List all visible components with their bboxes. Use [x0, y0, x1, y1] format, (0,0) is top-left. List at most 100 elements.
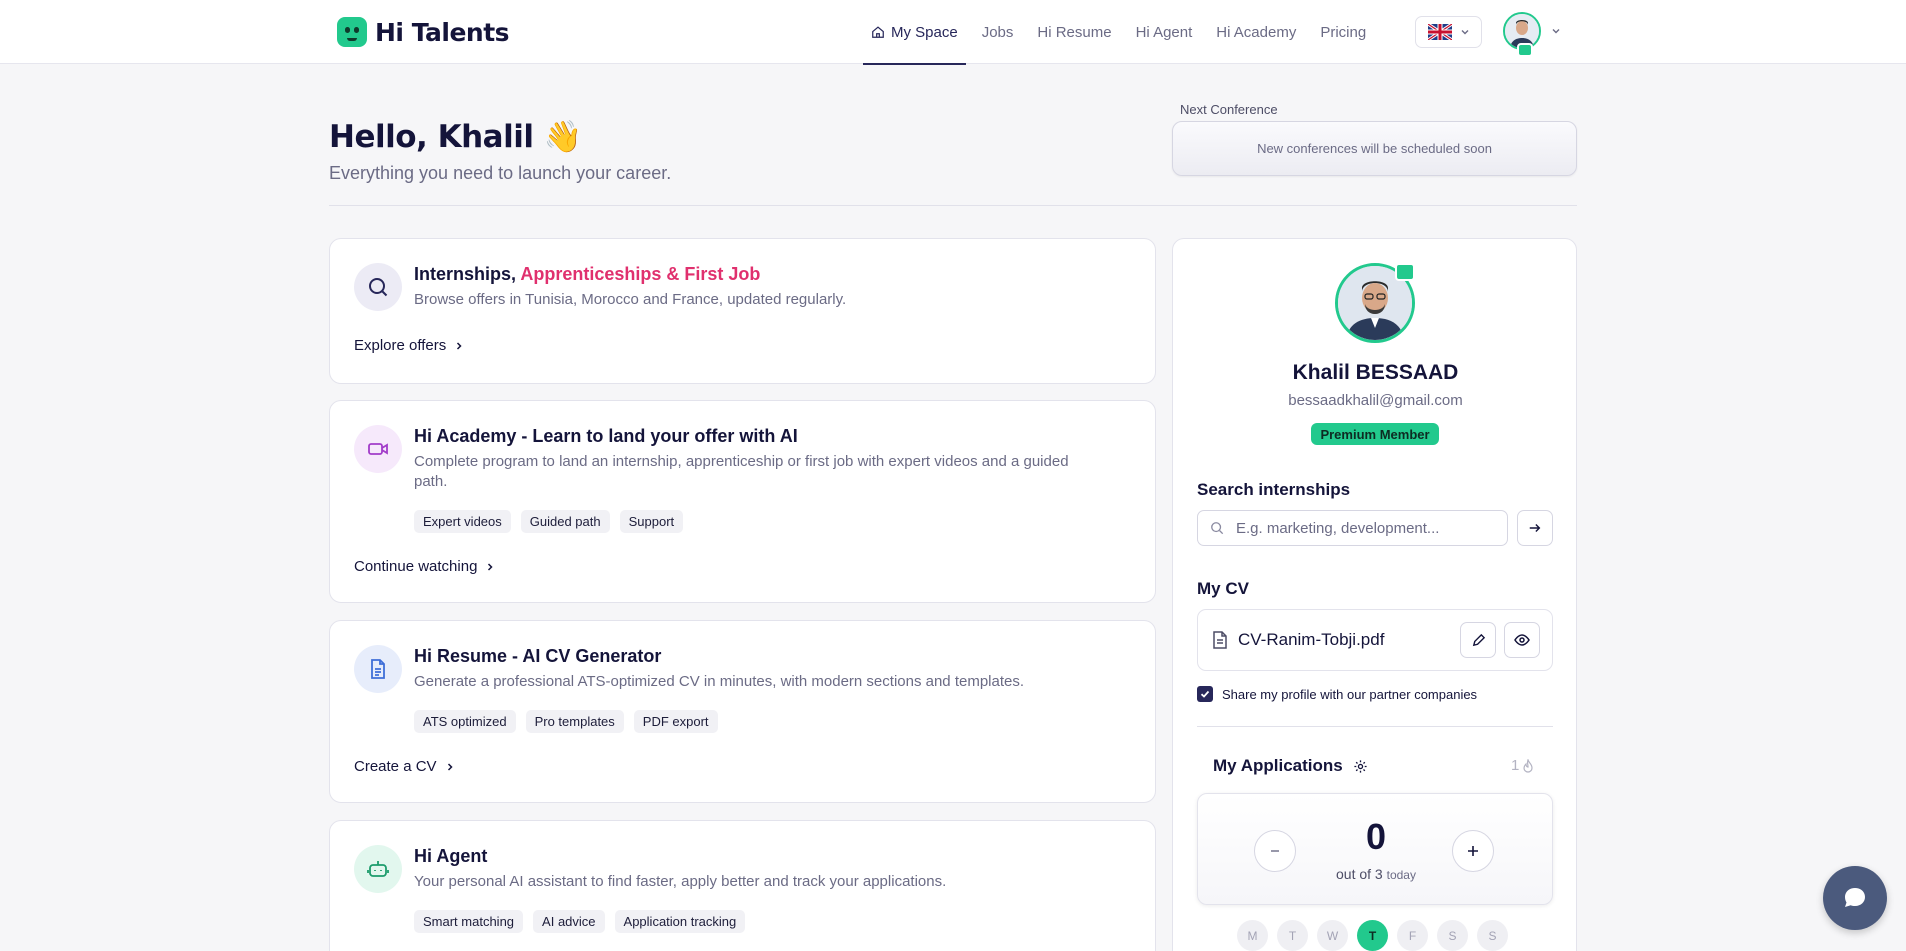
chevron-down-icon: [1552, 29, 1560, 34]
share-profile-checkbox-row[interactable]: Share my profile with our partner compan…: [1197, 686, 1477, 702]
chevron-right-icon: [457, 341, 462, 350]
search-icon: [1211, 522, 1224, 535]
chevron-right-icon: [488, 562, 493, 571]
hi-agent-card: Hi Agent Your personal AI assistant to f…: [329, 820, 1156, 951]
search-icon: [354, 263, 402, 311]
greeting-subtitle: Everything you need to launch your caree…: [329, 163, 672, 183]
tag: Pro templates: [525, 710, 624, 733]
weekday-tracker: M T W T F S S: [1237, 920, 1508, 951]
view-cv-button[interactable]: [1504, 622, 1540, 658]
tag: Smart matching: [414, 910, 524, 933]
section-divider: [329, 205, 1577, 206]
link-label: Explore offers: [354, 337, 447, 354]
tag: Application tracking: [614, 910, 746, 933]
tag: ATS optimized: [414, 710, 516, 733]
cv-filename: CV-Ranim-Tobji.pdf: [1238, 630, 1385, 649]
nav-item-my-space[interactable]: My Space: [863, 0, 966, 65]
nav-item-label: My Space: [891, 23, 958, 41]
nav-item-jobs[interactable]: Jobs: [974, 0, 1022, 64]
next-conference-box: New conferences will be scheduled soon: [1172, 121, 1577, 176]
pencil-icon: [1472, 633, 1485, 646]
flame-icon: [1523, 758, 1533, 773]
search-box: [1197, 510, 1508, 546]
link-label: Create a CV: [354, 758, 437, 775]
tag-list: ATS optimized Pro templates PDF export: [414, 710, 718, 733]
brand-logo[interactable]: Hi Talents: [337, 17, 510, 47]
arrow-right-icon: [1529, 524, 1541, 532]
create-cv-link[interactable]: Create a CV: [354, 758, 455, 775]
crown-icon: [1395, 263, 1415, 281]
card-title-accent: Apprenticeships & First Job: [520, 264, 761, 284]
next-conference-label: Next Conference: [1180, 102, 1278, 117]
nav-item-hi-agent[interactable]: Hi Agent: [1128, 0, 1201, 64]
video-icon: [354, 425, 402, 473]
gear-icon[interactable]: [1353, 759, 1368, 774]
search-input[interactable]: [1236, 519, 1496, 537]
streak-counter: 1: [1511, 757, 1534, 774]
weekday-thursday-today: T: [1357, 920, 1388, 951]
tag: Support: [619, 510, 684, 533]
chat-bubble-icon: [1845, 888, 1865, 907]
share-profile-checkbox[interactable]: [1197, 686, 1213, 702]
cv-file-box: CV-Ranim-Tobji.pdf: [1197, 609, 1553, 671]
uk-flag-icon: [1427, 24, 1452, 40]
home-icon: [872, 26, 884, 38]
card-title: Hi Academy - Learn to land your offer wi…: [414, 426, 798, 446]
tag: PDF export: [633, 710, 718, 733]
profile-panel: Khalil BESSAAD bessaadkhalil@gmail.com P…: [1172, 238, 1577, 951]
weekday-tuesday: T: [1277, 920, 1308, 951]
weekday-monday: M: [1237, 920, 1268, 951]
profile-email: bessaadkhalil@gmail.com: [1288, 392, 1463, 409]
eye-icon: [1514, 634, 1530, 646]
premium-badge: Premium Member: [1311, 423, 1439, 445]
goal-prefix: out of 3: [1336, 866, 1383, 882]
my-applications-heading: My Applications: [1213, 756, 1368, 776]
profile-name: Khalil BESSAAD: [1292, 361, 1459, 384]
chat-button[interactable]: [1823, 866, 1887, 930]
my-applications-label: My Applications: [1213, 756, 1343, 775]
search-internships-label: Search internships: [1197, 480, 1351, 499]
weekday-saturday: S: [1437, 920, 1468, 951]
hi-resume-card: Hi Resume - AI CV Generator Generate a p…: [329, 620, 1156, 803]
checkmark-icon: [1200, 690, 1210, 698]
increment-button[interactable]: [1452, 830, 1494, 872]
tag: Guided path: [520, 510, 610, 533]
crown-icon: [1517, 43, 1533, 57]
cv-file[interactable]: CV-Ranim-Tobji.pdf: [1212, 630, 1384, 650]
plus-icon: [1468, 846, 1478, 856]
card-description: Your personal AI assistant to find faste…: [414, 873, 947, 890]
streak-count: 1: [1511, 757, 1520, 774]
internships-card: Internships, Apprenticeships & First Job…: [329, 238, 1156, 384]
avatar: [1503, 12, 1541, 57]
user-menu[interactable]: [1503, 12, 1561, 57]
share-profile-label: Share my profile with our partner compan…: [1222, 686, 1478, 702]
applications-count: 0: [1365, 816, 1387, 857]
card-description: Browse offers in Tunisia, Morocco and Fr…: [414, 291, 847, 308]
card-description: Complete program to land an internship, …: [414, 453, 1069, 490]
top-navbar: Hi Talents My Space Jobs Hi Resume Hi Ag…: [0, 0, 1906, 65]
applications-goal: out of 3 today: [1198, 866, 1554, 882]
panel-divider: [1197, 726, 1553, 727]
edit-cv-button[interactable]: [1460, 622, 1496, 658]
tag: AI advice: [533, 910, 605, 933]
tag-list: Smart matching AI advice Application tra…: [414, 910, 746, 933]
next-conference-message: New conferences will be scheduled soon: [1257, 141, 1492, 156]
document-icon: [354, 645, 402, 693]
continue-watching-link[interactable]: Continue watching: [354, 558, 495, 575]
my-cv-label: My CV: [1197, 579, 1249, 598]
main-nav: My Space Jobs Hi Resume Hi Agent Hi Acad…: [863, 0, 1382, 65]
nav-item-pricing[interactable]: Pricing: [1312, 0, 1374, 64]
greeting-heading: Hello, Khalil 👋: [329, 119, 582, 155]
card-title-plain: Internships,: [414, 264, 521, 284]
chevron-right-icon: [447, 762, 453, 771]
card-description: Generate a professional ATS-optimized CV…: [414, 673, 1025, 690]
explore-offers-link[interactable]: Explore offers: [354, 337, 464, 354]
brand-name: Hi Talents: [375, 17, 510, 47]
search-submit-button[interactable]: [1517, 510, 1553, 546]
language-selector[interactable]: [1415, 16, 1482, 48]
link-label: Continue watching: [354, 558, 478, 575]
card-title: Hi Resume - AI CV Generator: [414, 646, 662, 666]
nav-item-hi-academy[interactable]: Hi Academy: [1208, 0, 1304, 64]
nav-item-hi-resume[interactable]: Hi Resume: [1029, 0, 1119, 64]
document-icon: [1213, 631, 1227, 649]
